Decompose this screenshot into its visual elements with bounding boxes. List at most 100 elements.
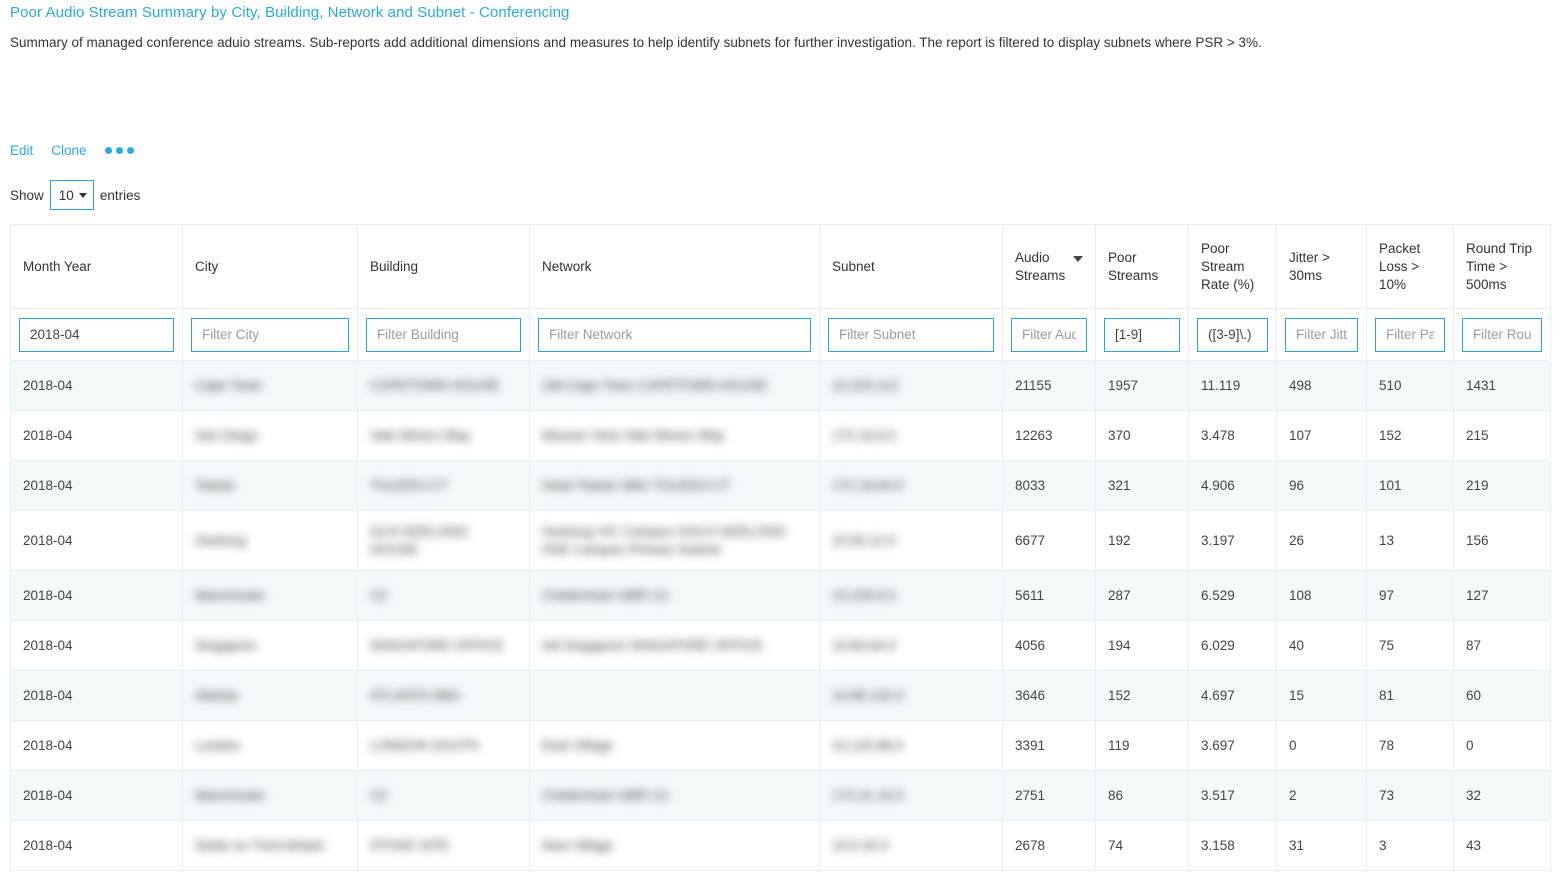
filter-input-packet-loss[interactable] — [1375, 317, 1445, 352]
cell-network: East Village — [529, 720, 820, 771]
table-row[interactable]: 2018-04 Manchester C2 Cheltenham GBR C2 172.… — [10, 770, 1551, 821]
cell-packet-loss: 152 — [1366, 410, 1454, 461]
cell-jitter: 2 — [1276, 770, 1367, 821]
column-header-jitter[interactable]: Jitter > 30ms — [1276, 224, 1367, 309]
cell-network: Old Cape Town CAPETOWN HOUSE — [529, 360, 820, 411]
cell-poor-streams: 152 — [1095, 670, 1189, 721]
redacted-value: 172.16.8.0 — [832, 427, 896, 443]
column-header-network[interactable]: Network — [529, 224, 820, 309]
edit-button[interactable]: Edit — [10, 143, 33, 158]
cell-network: Intl Singapore SINGAPORE OFFICE — [529, 620, 820, 671]
cell-subnet: 10.120.88.0 — [819, 720, 1003, 771]
table-row[interactable]: 2018-04 Atlanta ATLANTA SBG 10.88.132.0 3646… — [10, 670, 1551, 721]
cell-building: STOKE SITE — [357, 820, 530, 871]
filter-cell-building — [357, 308, 530, 361]
cell-month-year: 2018-04 — [10, 410, 183, 461]
cell-city: Singapore — [182, 620, 358, 671]
table-body: 2018-04 Cape Town CAPETOWN HOUSE Old Cape T… — [10, 360, 1551, 871]
cell-packet-loss: 81 — [1366, 670, 1454, 721]
cell-city: Geelong — [182, 510, 358, 571]
cell-poor-streams: 74 — [1095, 820, 1189, 871]
filter-input-network[interactable] — [538, 317, 811, 352]
filter-input-city[interactable] — [191, 317, 349, 352]
cell-jitter: 498 — [1276, 360, 1367, 411]
redacted-value: STOKE SITE — [370, 837, 450, 853]
redacted-value: Cheltenham GBR C2 — [542, 787, 669, 803]
cell-round-trip-time: 43 — [1453, 820, 1551, 871]
column-header-month-year[interactable]: Month Year — [10, 224, 183, 309]
redacted-value: 10.80.64.0 — [832, 637, 896, 653]
cell-poor-stream-rate: 3.478 — [1188, 410, 1277, 461]
table-row[interactable]: 2018-04 London LONDON SOUTH East Village 10.… — [10, 720, 1551, 771]
redacted-value: New Village — [542, 837, 614, 853]
filter-cell-audio-streams — [1002, 308, 1096, 361]
filter-input-month-year[interactable] — [19, 317, 174, 352]
cell-poor-streams: 1957 — [1095, 360, 1189, 411]
cell-poor-streams: 194 — [1095, 620, 1189, 671]
filter-input-poor-streams[interactable] — [1104, 317, 1180, 352]
cell-subnet: 172.18.64.0 — [819, 460, 1003, 511]
redacted-value: GLN GEELONG HOUSE — [370, 523, 469, 557]
redacted-value: ATLANTA SBG — [370, 687, 461, 703]
cell-building: C2 — [357, 770, 530, 821]
cell-round-trip-time: 127 — [1453, 570, 1551, 621]
cell-packet-loss: 510 — [1366, 360, 1454, 411]
column-header-city[interactable]: City — [182, 224, 358, 309]
entries-label: entries — [99, 187, 141, 203]
redacted-value: London — [195, 737, 241, 753]
column-header-round-trip-time[interactable]: Round Trip Time > 500ms — [1453, 224, 1551, 309]
column-header-packet-loss[interactable]: Packet Loss > 10% — [1366, 224, 1454, 309]
redacted-value: 10.60.12.0 — [832, 532, 896, 548]
cell-poor-streams: 287 — [1095, 570, 1189, 621]
filter-cell-poor-stream-rate — [1188, 308, 1277, 361]
filter-input-poor-stream-rate[interactable] — [1197, 317, 1268, 352]
column-header-poor-stream-rate[interactable]: Poor Stream Rate (%) — [1188, 224, 1277, 309]
redacted-value: 10.5.32.0 — [832, 837, 889, 853]
cell-packet-loss: 73 — [1366, 770, 1454, 821]
filter-cell-round-trip-time — [1453, 308, 1551, 361]
redacted-value: Hotel Toledo SBG TOLEDO-CT — [542, 477, 731, 493]
column-header-subnet[interactable]: Subnet — [819, 224, 1003, 309]
column-header-poor-streams[interactable]: Poor Streams — [1095, 224, 1189, 309]
redacted-value: 172.21.16.0 — [832, 787, 904, 803]
filter-input-round-trip-time[interactable] — [1462, 317, 1542, 352]
cell-building: TOLEDO-CT — [357, 460, 530, 511]
cell-city: Toledo — [182, 460, 358, 511]
cell-poor-streams: 86 — [1095, 770, 1189, 821]
cell-audio-streams: 8033 — [1002, 460, 1096, 511]
table-row[interactable]: 2018-04 Singapore SINGAPORE OFFICE Intl Sin… — [10, 620, 1551, 671]
report-page: Poor Audio Stream Summary by City, Build… — [0, 0, 1560, 871]
cell-audio-streams: 12263 — [1002, 410, 1096, 461]
chevron-down-icon — [78, 192, 87, 198]
clone-button[interactable]: Clone — [51, 143, 86, 158]
table-row[interactable]: 2018-04 Toledo TOLEDO-CT Hotel Toledo SBG T… — [10, 460, 1551, 511]
table-row[interactable]: 2018-04 Manchester C2 Cheltenham GBR C2 10.2… — [10, 570, 1551, 621]
redacted-value: Intl Singapore SINGAPORE OFFICE — [542, 637, 763, 653]
cell-jitter: 107 — [1276, 410, 1367, 461]
cell-network: Cheltenham GBR C2 — [529, 770, 820, 821]
column-header-audio-streams[interactable]: Audio Streams — [1002, 224, 1096, 309]
cell-audio-streams: 21155 — [1002, 360, 1096, 411]
cell-audio-streams: 5611 — [1002, 570, 1096, 621]
column-header-building[interactable]: Building — [357, 224, 530, 309]
entries-per-page-select[interactable]: 10 — [49, 180, 94, 210]
filter-input-audio-streams[interactable] — [1011, 317, 1087, 352]
redacted-value: C2 — [370, 787, 388, 803]
cell-city: Stoke on Trent Britain — [182, 820, 358, 871]
filter-input-jitter[interactable] — [1285, 317, 1358, 352]
cell-building: LONDON SOUTH — [357, 720, 530, 771]
filter-input-subnet[interactable] — [828, 317, 994, 352]
cell-poor-streams: 192 — [1095, 510, 1189, 571]
table-row[interactable]: 2018-04 Geelong GLN GEELONG HOUSE Geelong V… — [10, 510, 1551, 571]
table-row[interactable]: 2018-04 Stoke on Trent Britain STOKE SITE N… — [10, 820, 1551, 871]
cell-network: Hotel Toledo SBG TOLEDO-CT — [529, 460, 820, 511]
table-row[interactable]: 2018-04 San Diego Vale Miners Way Mission V… — [10, 410, 1551, 461]
redacted-value: 10.220.112 — [832, 377, 899, 393]
cell-poor-stream-rate: 3.158 — [1188, 820, 1277, 871]
more-options-icon[interactable] — [104, 145, 134, 156]
redacted-value: Mission View Vale Miners Way — [542, 427, 725, 443]
report-action-bar: Edit Clone — [10, 140, 1550, 160]
filter-input-building[interactable] — [366, 317, 521, 352]
table-row[interactable]: 2018-04 Cape Town CAPETOWN HOUSE Old Cape T… — [10, 360, 1551, 411]
cell-packet-loss: 101 — [1366, 460, 1454, 511]
